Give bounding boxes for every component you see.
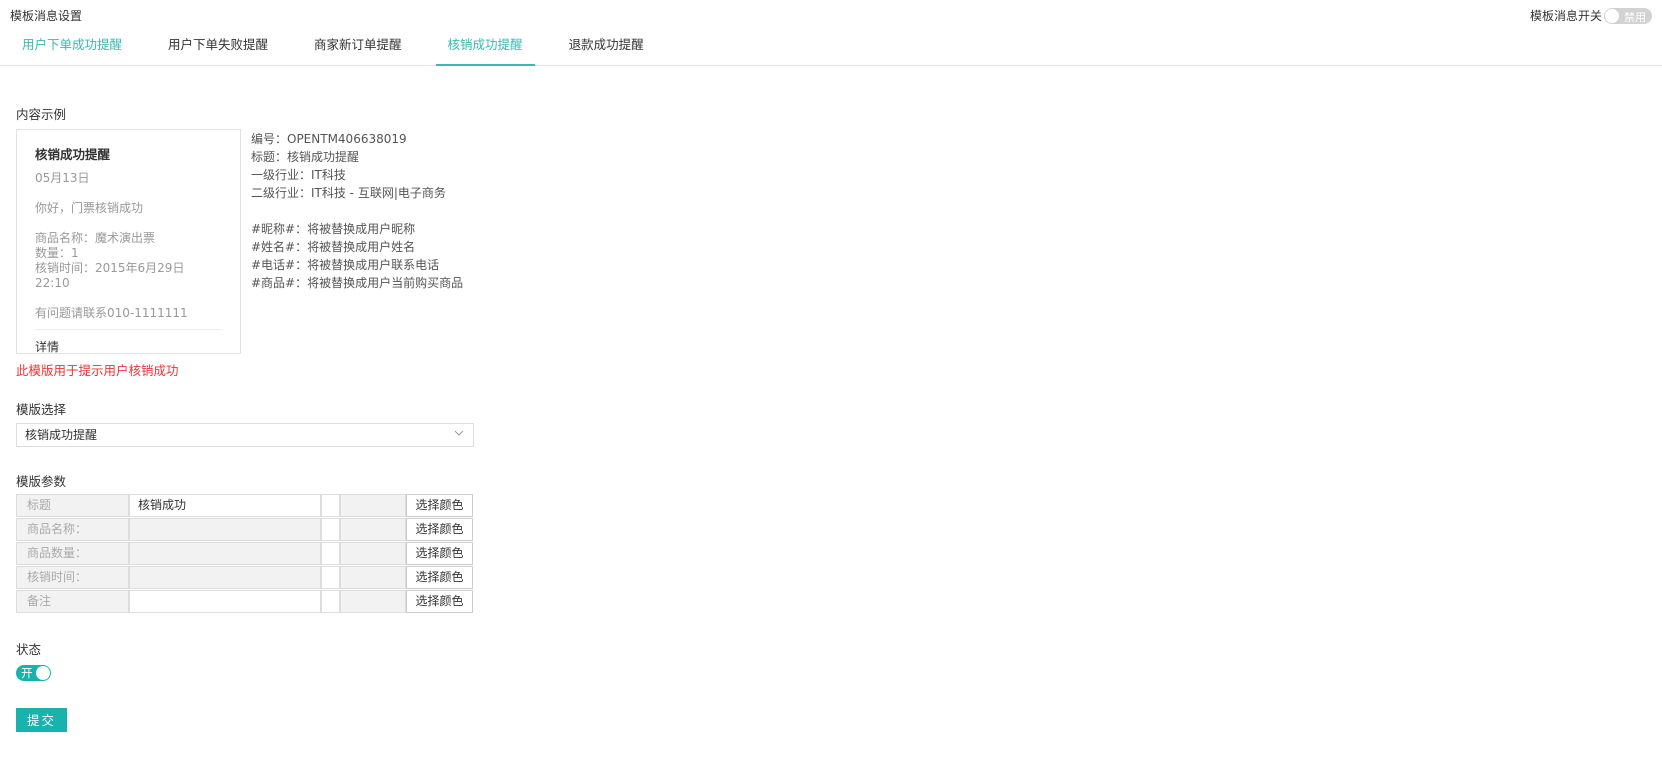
industry-level1: 一级行业：IT科技 [251,168,346,182]
color-swatch [321,494,340,517]
color-value-input [340,518,406,541]
message-preview-card: 核销成功提醒 05月13日 你好，门票核销成功 商品名称：魔术演出票 数量：1 … [16,129,241,354]
param-value-input[interactable]: 核销成功 [129,494,321,517]
color-value-input [340,542,406,565]
var-name: #姓名#：将被替换成用户姓名 [251,240,416,254]
preview-divider [35,329,222,330]
preview-time: 核销时间：2015年6月29日 22:10 [35,261,185,290]
preview-detail-link: 详情 [35,340,60,354]
color-swatch [321,518,340,541]
param-value-input [129,542,321,565]
tab-merchant-new-order[interactable]: 商家新订单提醒 [302,32,414,66]
preview-quantity: 数量：1 [35,246,79,260]
param-value-input[interactable] [129,590,321,613]
param-label: 商品名称： [16,518,129,541]
choose-color-button[interactable]: 选择颜色 [406,590,473,613]
template-params-table: 标题 核销成功 选择颜色 商品名称： 选择颜色 商品数量： 选择颜色 核销时间：… [16,494,473,614]
color-swatch [321,542,340,565]
param-row: 商品名称： 选择颜色 [16,518,473,542]
preview-date: 05月13日 [35,171,90,185]
switch-label: 模板消息开关 [1529,9,1602,23]
tab-refund-success[interactable]: 退款成功提醒 [557,32,656,66]
template-usage-note: 此模版用于提示用户核销成功 [16,363,179,378]
toggle-knob [1605,8,1619,23]
tab-verify-success[interactable]: 核销成功提醒 [435,32,535,66]
page-header: 模板消息设置 模板消息开关 禁用 用户下单成功提醒 用户下单失败提醒 商家新订单… [0,0,1662,66]
tab-bar: 用户下单成功提醒 用户下单失败提醒 商家新订单提醒 核销成功提醒 退款成功提醒 [10,32,678,66]
template-info: 编号：OPENTM406638019 标题：核销成功提醒 一级行业：IT科技 二… [251,130,463,292]
param-label: 核销时间： [16,566,129,589]
param-row: 备注 选择颜色 [16,590,473,614]
color-swatch [321,590,340,613]
color-swatch [321,566,340,589]
color-value-input [340,566,406,589]
toggle-knob [36,666,50,680]
color-value-input [340,590,406,613]
industry-level2: 二级行业：IT科技 - 互联网|电子商务 [251,186,446,200]
submit-button[interactable]: 提交 [16,708,67,732]
content-example-label: 内容示例 [16,107,67,122]
template-message-toggle[interactable]: 禁用 [1604,7,1652,24]
param-label: 商品数量： [16,542,129,565]
choose-color-button[interactable]: 选择颜色 [406,542,473,565]
tab-order-failed[interactable]: 用户下单失败提醒 [156,32,280,66]
tab-order-success[interactable]: 用户下单成功提醒 [10,32,134,66]
var-phone: #电话#：将被替换成用户联系电话 [251,258,440,272]
color-value-input [340,494,406,517]
template-select-value: 核销成功提醒 [25,428,98,442]
param-row: 标题 核销成功 选择颜色 [16,494,473,518]
param-row: 商品数量： 选择颜色 [16,542,473,566]
status-label: 状态 [16,642,42,657]
var-product: #商品#：将被替换成用户当前购买商品 [251,276,464,290]
param-row: 核销时间： 选择颜色 [16,566,473,590]
page-title: 模板消息设置 [10,9,83,23]
choose-color-button[interactable]: 选择颜色 [406,518,473,541]
var-nickname: #昵称#：将被替换成用户昵称 [251,222,416,236]
status-toggle-text: 开 [21,666,33,680]
choose-color-button[interactable]: 选择颜色 [406,494,473,517]
template-select[interactable]: 核销成功提醒 [16,423,474,447]
choose-color-button[interactable]: 选择颜色 [406,566,473,589]
preview-product: 商品名称：魔术演出票 [35,231,156,245]
chevron-down-icon [453,424,465,446]
param-value-input [129,518,321,541]
param-label: 标题 [16,494,129,517]
template-params-label: 模版参数 [16,474,67,489]
preview-title: 核销成功提醒 [35,147,111,162]
template-message-switch: 模板消息开关 禁用 [1530,7,1652,24]
template-number: 编号：OPENTM406638019 [251,132,407,146]
toggle-state-text: 禁用 [1624,10,1646,24]
template-select-label: 模版选择 [16,402,67,417]
template-title: 标题：核销成功提醒 [251,150,360,164]
preview-greeting: 你好，门票核销成功 [35,201,144,215]
status-toggle[interactable]: 开 [16,665,51,681]
param-value-input [129,566,321,589]
param-label: 备注 [16,590,129,613]
preview-contact: 有问题请联系010-1111111 [35,306,188,320]
